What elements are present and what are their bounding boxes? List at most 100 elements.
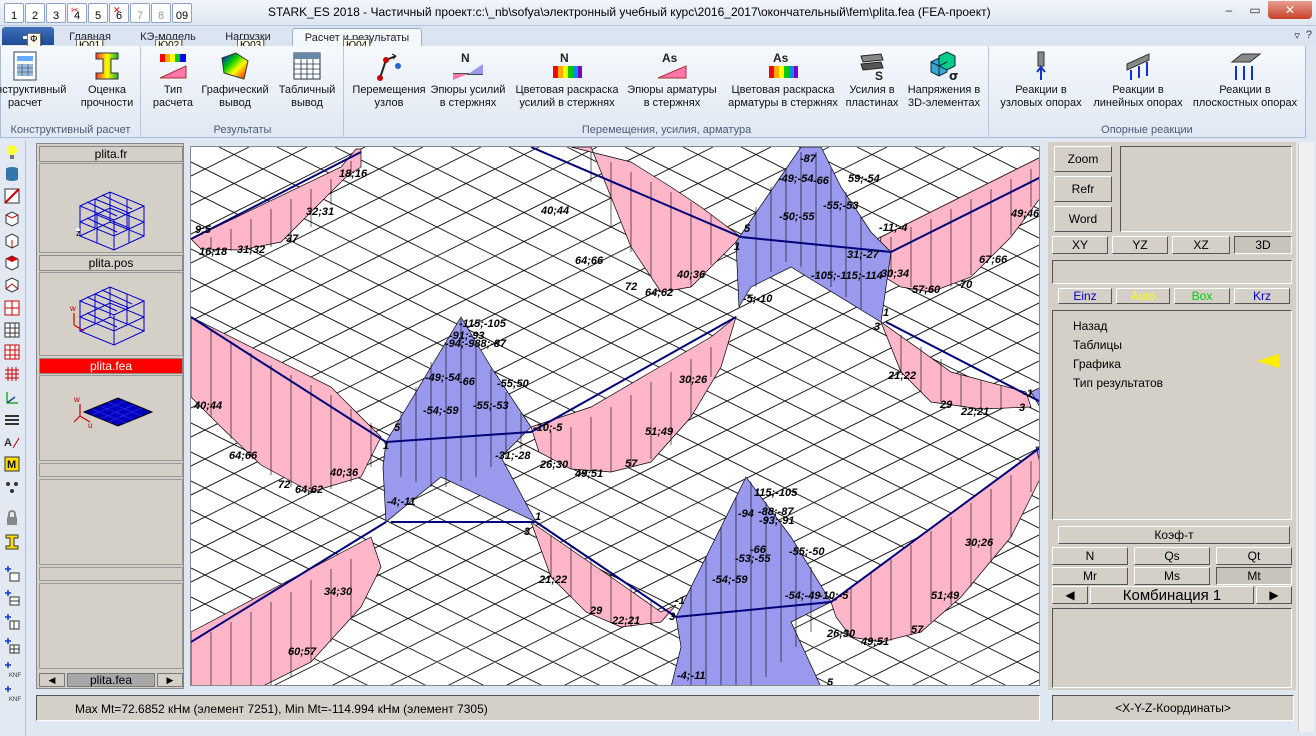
quick-access-1-button[interactable]: 1 [4,3,24,23]
view-xz-button[interactable]: XZ [1172,236,1230,254]
moment-value-label: 115;-105 [754,487,798,499]
force-qt-button[interactable]: Qt [1216,547,1292,565]
moment-value-label: 29 [589,605,603,617]
reinforcement-coloring-button[interactable]: As Цветовая раскраска арматуры в стержня… [723,50,843,110]
quick-access-2-button[interactable]: 2 [25,3,45,23]
combination-prev-button[interactable]: ◀ [1052,586,1088,604]
maximize-button[interactable]: ▭ [1242,1,1268,19]
file-thumbnail-fr[interactable]: z [39,163,183,253]
combination-selector[interactable]: Комбинация 1 [1090,586,1254,604]
line-support-reactions-button[interactable]: Реакции в линейных опорах [1088,50,1188,110]
combination-next-button[interactable]: ▶ [1256,586,1292,604]
right-control-panel: Zoom Refr Word XY YZ XZ 3D Einz Auto Box… [1048,142,1296,690]
ribbon-controls: ▿ ? [1294,29,1312,42]
results-3d-view[interactable]: 18;16 32;31 9;5 37 16;18 31;32 40;44 64;66 72 64;… [190,146,1040,686]
moment-value-label: -66 [459,376,476,388]
view-3d-button[interactable]: 3D [1234,236,1292,254]
view-xy-button[interactable]: XY [1052,236,1108,254]
grid-select-icon[interactable] [3,321,21,339]
file-thumbnail-fea[interactable]: w u [39,375,183,461]
grid-frame-icon[interactable] [3,343,21,361]
menu-back[interactable]: Назад [1073,319,1107,333]
bar-force-diagrams-button[interactable]: N Эпюры усилий в стержнях [427,50,509,110]
grid-red-icon[interactable] [3,299,21,317]
load-table-2-icon[interactable] [3,589,21,607]
axes-icon[interactable] [3,389,21,407]
refresh-button[interactable]: Refr [1054,176,1112,202]
mode-box[interactable]: Box [1174,288,1230,304]
file-tab-pos[interactable]: plita.pos [39,255,183,271]
knfl-2-icon[interactable]: KNFL [3,685,21,703]
dots-icon[interactable] [3,479,21,497]
file-prev-button[interactable]: ◀ [39,673,65,687]
cube-side-icon[interactable] [3,231,21,249]
quick-access-9-button[interactable]: 09 [172,3,192,23]
force-n-button[interactable]: N [1052,547,1128,565]
lightbulb-icon[interactable] [3,143,21,161]
minimize-button[interactable]: ‒ [1216,1,1242,19]
quick-access-8-button[interactable]: 8 [151,3,171,23]
mode-auto[interactable]: Auto [1116,288,1170,304]
mode-einz[interactable]: Einz [1058,288,1112,304]
force-qs-button[interactable]: Qs [1134,547,1210,565]
3d-stresses-button[interactable]: σ Напряжения в 3D-элементах [901,50,987,110]
quick-access-5-button[interactable]: 5 [88,3,108,23]
menu-tables[interactable]: Таблицы [1073,338,1122,352]
view-yz-button[interactable]: YZ [1112,236,1168,254]
mode-krz[interactable]: Krz [1234,288,1290,304]
quick-access-7-button[interactable]: 7 [130,3,150,23]
zoom-button[interactable]: Zoom [1054,146,1112,172]
moment-value-label: 64;66 [575,255,604,267]
menu-graphics[interactable]: Графика [1073,357,1121,371]
table-output-button[interactable]: Табличный вывод [274,50,340,110]
fea-model-thumbnail: w u [73,395,154,430]
node-support-reactions-button[interactable]: Реакции в узловых опорах [994,50,1088,110]
file-thumbnail-pos[interactable]: w [39,272,183,356]
strength-check-button[interactable]: Оценка прочности [67,50,147,110]
quick-access-3-button[interactable]: 3 [46,3,66,23]
force-ms-button[interactable]: Ms [1134,567,1210,585]
coefficient-button[interactable]: Коэф-т [1058,526,1290,544]
bar-force-coloring-button[interactable]: N Цветовая раскраска усилий в стержнях [509,50,625,110]
lock-icon[interactable] [3,509,21,527]
graphic-output-button[interactable]: Графический вывод [198,50,272,110]
plate-forces-button[interactable]: S Усилия в пластинах [843,50,901,110]
cube-front-icon[interactable] [3,209,21,227]
knfl-icon[interactable]: KNFL [3,661,21,679]
force-mt-button[interactable]: Mt [1216,567,1292,585]
quick-access-6-button[interactable]: ✕ 6 [109,3,129,23]
m-icon[interactable]: M [3,455,21,473]
cube-top-icon[interactable] [3,253,21,271]
vertical-scrollbar[interactable] [1298,142,1314,732]
no-view-icon[interactable] [3,187,21,205]
moment-value-label: 1 [535,511,541,523]
force-mr-button[interactable]: Mr [1052,567,1128,585]
file-tab-fea[interactable]: plita.fea [39,358,183,374]
load-table-3-icon[interactable] [3,613,21,631]
menu-result-type[interactable]: Тип результатов [1073,376,1163,390]
moment-value-label: 3 [524,526,530,538]
analysis-type-button[interactable]: Тип расчета [146,50,200,110]
structural-calc-button[interactable]: Конструктивный расчет [0,50,66,110]
word-button[interactable]: Word [1054,206,1112,232]
node-displacements-button[interactable]: Перемещения узлов [349,50,429,110]
moment-value-label: 21;22 [887,370,916,382]
cube-iso-icon[interactable] [3,275,21,293]
file-tab-fr[interactable]: plita.fr [39,146,183,162]
help-icon[interactable]: ? [1306,29,1312,42]
load-table-4-icon[interactable] [3,637,21,655]
database-icon[interactable] [3,165,21,183]
file-next-button[interactable]: ▶ [157,673,183,687]
i-section-icon[interactable] [3,533,21,551]
plane-support-reactions-button[interactable]: Реакции в плоскостных опорах [1188,50,1302,110]
load-table-icon[interactable] [3,565,21,583]
reinforcement-diagrams-button[interactable]: As Эпюры арматуры в стержнях [625,50,719,110]
layers-icon[interactable] [3,411,21,429]
moment-value-label: -4;-11 [387,496,416,508]
close-button[interactable]: ✕ [1268,1,1312,19]
grid-lines-icon[interactable] [3,365,21,383]
text-scale-icon[interactable]: A [3,433,21,451]
moment-value-label: 1 [383,440,389,452]
quick-access-4-button[interactable]: ✂ 4 [67,3,87,23]
ribbon-minimize-icon[interactable]: ▿ [1294,29,1300,42]
